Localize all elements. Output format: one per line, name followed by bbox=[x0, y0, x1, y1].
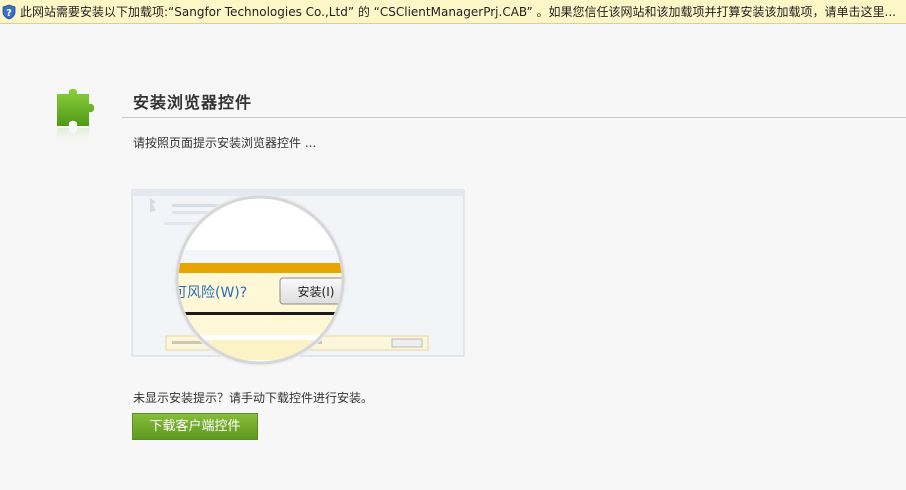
puzzle-piece-icon bbox=[57, 88, 95, 140]
no-prompt-text: 未显示安装提示？请手动下载控件进行安装。 bbox=[133, 391, 374, 405]
install-prompt-illustration: 可风险(W)? 安装(I) bbox=[131, 189, 465, 366]
download-client-button[interactable]: 下载客户端控件 bbox=[132, 413, 258, 440]
instruction-text: 请按照页面提示安装浏览器控件 ... bbox=[133, 136, 317, 150]
svg-text:?: ? bbox=[6, 8, 12, 19]
infobar-message: 此网站需要安装以下加载项:“Sangfor Technologies Co.,L… bbox=[20, 4, 896, 19]
shield-question-icon: ? bbox=[2, 4, 16, 19]
addon-infobar[interactable]: ? 此网站需要安装以下加载项:“Sangfor Technologies Co.… bbox=[0, 0, 906, 24]
illustration-install-button-label: 安装(I) bbox=[298, 284, 335, 299]
illustration-prompt-text: 可风险(W)? bbox=[173, 285, 247, 301]
title-divider bbox=[122, 117, 906, 118]
page-title: 安装浏览器控件 bbox=[133, 93, 253, 112]
